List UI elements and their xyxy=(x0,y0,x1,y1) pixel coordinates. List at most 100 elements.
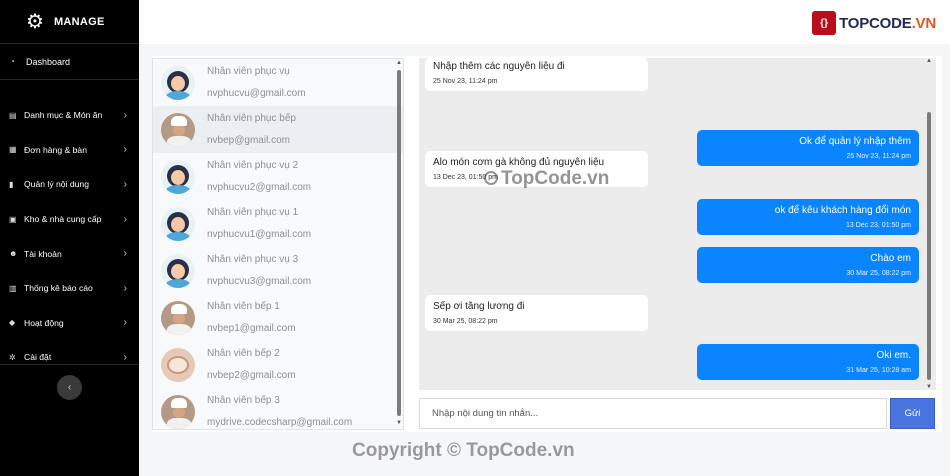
contact-info: Nhân viên bếp 2 nvbep2@gmail.com xyxy=(207,348,296,381)
outgoing-message: Chào em 30 Mar 25, 08:22 pm xyxy=(697,247,919,283)
sidebar-item-label: Thống kê báo cáo xyxy=(24,283,93,294)
logo-text-main: TOPCODE xyxy=(839,14,912,32)
contact-email: nvbep1@gmail.com xyxy=(207,323,296,334)
incoming-message: Nhập thêm các nguyên liệu đi 25 Nov 23, 1… xyxy=(425,58,648,91)
brand-title: MANAGE xyxy=(53,15,105,28)
list-icon: ▤ xyxy=(9,110,17,120)
contact-item[interactable]: Nhân viên phục vụ 1 nvphucvu1@gmail.com xyxy=(153,200,403,247)
contact-item[interactable]: Nhân viên phục bếp nvbep@gmail.com xyxy=(153,106,403,153)
chevron-right-icon: › xyxy=(123,213,127,225)
message-time: 25 Nov 23, 11:24 pm xyxy=(433,78,498,85)
contact-name: Nhân viên phục vụ xyxy=(207,66,290,77)
contact-item[interactable]: Nhân viên bếp 3 mydrive.codecsharp@gmail.… xyxy=(153,388,403,429)
avatar xyxy=(161,159,195,194)
message-text: Ok để quản lý nhập thêm xyxy=(799,136,911,147)
contact-item[interactable]: Nhân viên bếp 1 nvbep1@gmail.com xyxy=(153,294,403,341)
chevron-right-icon: › xyxy=(123,282,127,294)
avatar xyxy=(161,253,195,288)
message-text: ok để kêu khách hàng đổi món xyxy=(774,205,911,216)
chevron-right-icon: › xyxy=(123,109,127,121)
sidebar-item-7[interactable]: ✲ Cài đặt › xyxy=(0,340,139,375)
contact-info: Nhân viên phục vụ 2 nvphucvu2@gmail.com xyxy=(207,160,311,193)
sidebar-item-5[interactable]: ▥ Thống kê báo cáo › xyxy=(0,271,139,306)
contact-email: nvphucvu2@gmail.com xyxy=(207,182,312,193)
message-text: Alo món cơm gà không đủ nguyên liệu xyxy=(433,157,605,168)
outgoing-message: ok để kêu khách hàng đổi món 13 Dec 23, 0… xyxy=(697,199,919,235)
send-button[interactable]: Gửi xyxy=(890,398,935,429)
scroll-down-icon[interactable]: ▼ xyxy=(396,420,402,426)
watermark-text: TopCode.vn xyxy=(501,168,610,189)
contact-info: Nhân viên phục bếp nvbep@gmail.com xyxy=(207,113,296,146)
sidebar-item-1[interactable]: ▦ Đơn hàng & bàn › xyxy=(0,133,139,168)
sidebar-item-2[interactable]: ▮ Quản lý nội dung › xyxy=(0,167,139,202)
message-time: 31 Mar 25, 10:28 am xyxy=(846,367,911,374)
watermark-logo xyxy=(484,171,498,185)
contact-item[interactable]: Nhân viên phục vụ 3 nvphucvu3@gmail.com xyxy=(153,247,403,294)
collapse-sidebar-button[interactable]: ‹ xyxy=(57,375,82,400)
box-icon: ▣ xyxy=(9,214,17,224)
message-scrollbar[interactable]: ▲ ▼ xyxy=(926,58,932,390)
contact-item[interactable]: Nhân viên phục vụ nvphucvu@gmail.com xyxy=(153,59,403,106)
avatar xyxy=(161,112,195,147)
contact-item[interactable]: Nhân viên bếp 2 nvbep2@gmail.com xyxy=(153,341,403,388)
message-text: Chào em xyxy=(870,253,911,264)
message-text: Oki em. xyxy=(876,350,911,361)
scroll-up-icon[interactable]: ▲ xyxy=(396,60,402,66)
contact-email: mydrive.codecsharp@gmail.com xyxy=(207,417,353,428)
scroll-down-icon[interactable]: ▼ xyxy=(926,384,932,390)
chevron-right-icon: › xyxy=(123,351,127,363)
contact-email: nvphucvu3@gmail.com xyxy=(207,276,312,287)
sidebar-item-label: Danh mục & Món ăn xyxy=(24,110,103,121)
watermark: TopCode.vn xyxy=(484,168,609,190)
avatar xyxy=(161,65,195,100)
sidebar-brand[interactable]: ⚙ MANAGE xyxy=(0,0,139,44)
logo-text-suffix: .VN xyxy=(911,14,937,32)
scrollbar-thumb[interactable] xyxy=(927,112,931,380)
message-time: 13 Dec 23, 01:50 pm xyxy=(846,222,911,229)
contact-name: Nhân viên phục bếp xyxy=(207,113,296,124)
message-time: 30 Mar 25, 08:22 pm xyxy=(433,318,498,325)
contact-name: Nhân viên phục vụ 3 xyxy=(207,254,299,265)
contact-name: Nhân viên phục vụ 2 xyxy=(207,160,299,171)
cart-icon: ▦ xyxy=(9,145,17,155)
sidebar-item-6[interactable]: ◆ Hoạt động › xyxy=(0,306,139,341)
gear-icon: ⚙ xyxy=(26,10,44,33)
avatar xyxy=(161,206,195,241)
sidebar-item-3[interactable]: ▣ Kho & nhà cung cấp › xyxy=(0,202,139,237)
contact-name: Nhân viên bếp 1 xyxy=(207,301,280,312)
sidebar-item-4[interactable]: ☻ Tài khoản › xyxy=(0,236,139,271)
sidebar-item-dashboard[interactable]: ◔ Dashboard xyxy=(0,44,139,80)
message-input[interactable] xyxy=(419,398,887,429)
sidebar-item-label: Đơn hàng & bàn xyxy=(24,144,87,155)
sidebar-item-0[interactable]: ▤ Danh mục & Món ăn › xyxy=(0,98,139,133)
users-icon: ☻ xyxy=(9,249,18,259)
contact-info: Nhân viên phục vụ 3 nvphucvu3@gmail.com xyxy=(207,254,311,287)
message-text: Sếp ơi tăng lương đi xyxy=(433,301,525,312)
sidebar-item-label: Cài đặt xyxy=(24,352,52,363)
contact-email: nvbep@gmail.com xyxy=(207,135,290,146)
scrollbar-thumb[interactable] xyxy=(397,70,401,416)
dashboard-icon: ◔ xyxy=(10,57,15,66)
contact-list-scrollbar[interactable]: ▲ ▼ xyxy=(396,60,402,426)
topbar: {} TOPCODE.VN xyxy=(139,0,950,44)
avatar xyxy=(161,394,195,429)
message-time: 25 Nov 23, 11:24 pm xyxy=(846,153,911,160)
sidebar: ⚙ MANAGE ◔ Dashboard ▤ Danh mục & Món ăn ›… xyxy=(0,0,139,476)
scroll-up-icon[interactable]: ▲ xyxy=(926,58,932,64)
message-time: 30 Mar 25, 08:22 pm xyxy=(846,270,911,277)
contact-item[interactable]: Nhân viên phục vụ 2 nvphucvu2@gmail.com xyxy=(153,153,403,200)
message-text: Nhập thêm các nguyên liệu đi xyxy=(433,61,565,72)
gear-icon: ✲ xyxy=(9,352,16,362)
chevron-right-icon: › xyxy=(123,248,127,260)
sidebar-menu: ▤ Danh mục & Món ăn › ▦ Đơn hàng & bàn › ▮ Quản… xyxy=(0,80,139,375)
activity-icon: ◆ xyxy=(9,318,16,328)
chevron-right-icon: › xyxy=(123,317,127,329)
logo-badge: {} xyxy=(812,11,837,35)
contact-info: Nhân viên bếp 3 mydrive.codecsharp@gmail.… xyxy=(207,395,352,428)
contact-name: Nhân viên bếp 2 xyxy=(207,348,280,359)
chevron-right-icon: › xyxy=(123,144,127,156)
file-icon: ▮ xyxy=(9,179,14,189)
avatar xyxy=(161,347,195,382)
contact-info: Nhân viên phục vụ nvphucvu@gmail.com xyxy=(207,66,306,99)
sidebar-item-label: Tài khoản xyxy=(24,248,62,259)
